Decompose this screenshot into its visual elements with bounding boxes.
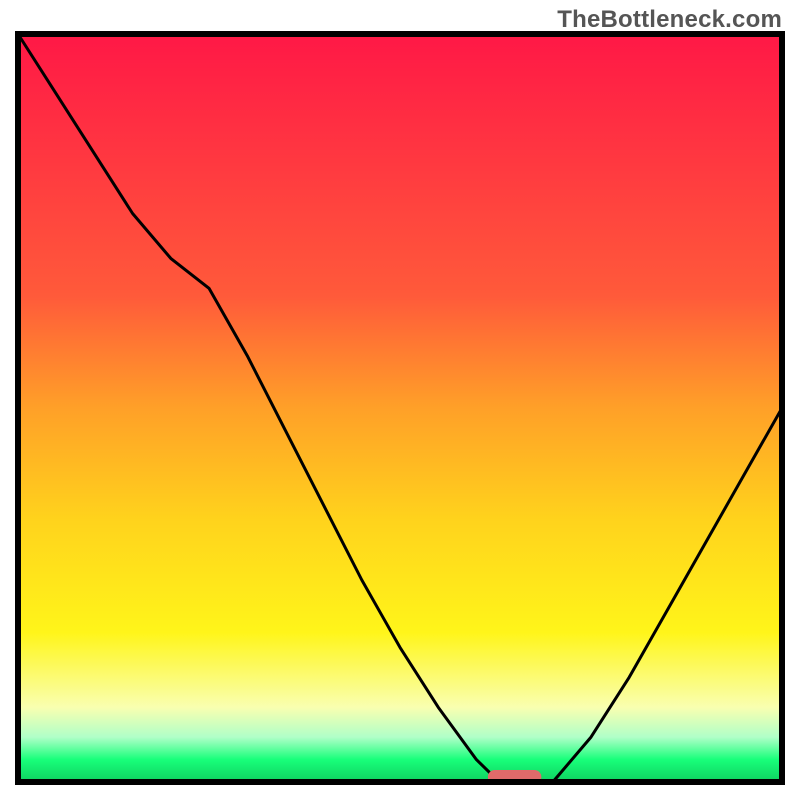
bottleneck-chart [0, 0, 800, 800]
chart-container: TheBottleneck.com [0, 0, 800, 800]
